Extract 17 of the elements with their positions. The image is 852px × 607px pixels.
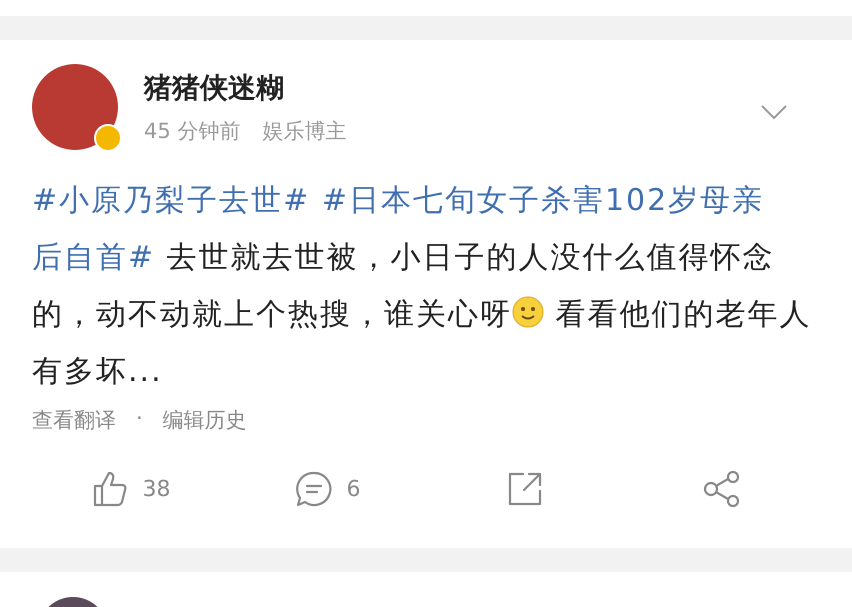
- smiley-icon: [512, 296, 544, 328]
- comment-button[interactable]: 6: [229, 470, 426, 508]
- author-name[interactable]: 猪猪侠迷糊: [144, 69, 346, 107]
- hashtag-link[interactable]: #小原乃梨子去世#: [32, 183, 310, 218]
- author-tag: 娱乐博主: [262, 117, 346, 145]
- hashtag-link[interactable]: #日本七旬女子杀害102岁母亲: [322, 183, 764, 218]
- post-text: #小原乃梨子去世# #日本七旬女子杀害102岁母亲 后自首# 去世就去世被，小日子的人没什么值得怀念的，动不动就上个热搜，谁关心呀 看看他们的老年人有多坏...: [32, 182, 813, 391]
- hashtag-link[interactable]: 后自首#: [32, 240, 156, 275]
- repost-icon: [506, 471, 542, 507]
- chevron-down-icon[interactable]: [760, 104, 788, 120]
- share-icon: [702, 470, 740, 508]
- separator-dot: ·: [136, 406, 143, 432]
- like-button[interactable]: 38: [32, 470, 229, 508]
- post-time: 45 分钟前: [144, 118, 240, 145]
- text-link[interactable]: 编辑历史: [162, 406, 247, 434]
- text-link[interactable]: 查看翻译: [32, 406, 116, 434]
- comment-icon: [294, 470, 332, 508]
